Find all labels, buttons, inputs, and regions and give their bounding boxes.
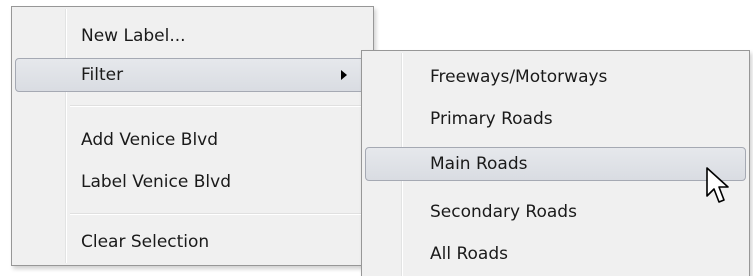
- screenshot-stage: New Label... Filter Add Venice Blvd Labe…: [0, 0, 753, 276]
- menu-item-clear-selection[interactable]: Clear Selection: [15, 225, 370, 259]
- menu-separator: [70, 213, 369, 215]
- menu-separator: [70, 105, 369, 107]
- menu-item-add-venice-blvd[interactable]: Add Venice Blvd: [15, 123, 370, 157]
- context-menu: New Label... Filter Add Venice Blvd Labe…: [11, 6, 374, 266]
- submenu-item-freeways-motorways[interactable]: Freeways/Motorways: [365, 60, 746, 94]
- submenu-item-label: Freeways/Motorways: [430, 67, 608, 87]
- menu-item-label: Clear Selection: [81, 232, 210, 252]
- menu-item-label: New Label...: [81, 26, 186, 46]
- submenu-item-label: Main Roads: [430, 154, 528, 174]
- submenu-item-label: Primary Roads: [430, 109, 553, 129]
- chevron-right-icon: [341, 70, 347, 80]
- menu-item-new-label[interactable]: New Label...: [15, 19, 370, 53]
- menu-item-label: Label Venice Blvd: [81, 172, 231, 192]
- mouse-pointer-icon: [706, 167, 729, 203]
- submenu-item-primary-roads[interactable]: Primary Roads: [365, 102, 746, 136]
- filter-submenu: Freeways/Motorways Primary Roads Main Ro…: [361, 50, 750, 276]
- submenu-item-label: Secondary Roads: [430, 202, 577, 222]
- menu-item-label-venice-blvd[interactable]: Label Venice Blvd: [15, 165, 370, 199]
- submenu-item-secondary-roads[interactable]: Secondary Roads: [365, 195, 746, 229]
- menu-item-label: Filter: [81, 65, 124, 85]
- submenu-item-all-roads[interactable]: All Roads: [365, 237, 746, 271]
- submenu-item-main-roads[interactable]: Main Roads: [365, 147, 746, 181]
- menu-item-filter[interactable]: Filter: [15, 58, 370, 92]
- submenu-item-label: All Roads: [430, 244, 508, 264]
- menu-item-label: Add Venice Blvd: [81, 130, 219, 150]
